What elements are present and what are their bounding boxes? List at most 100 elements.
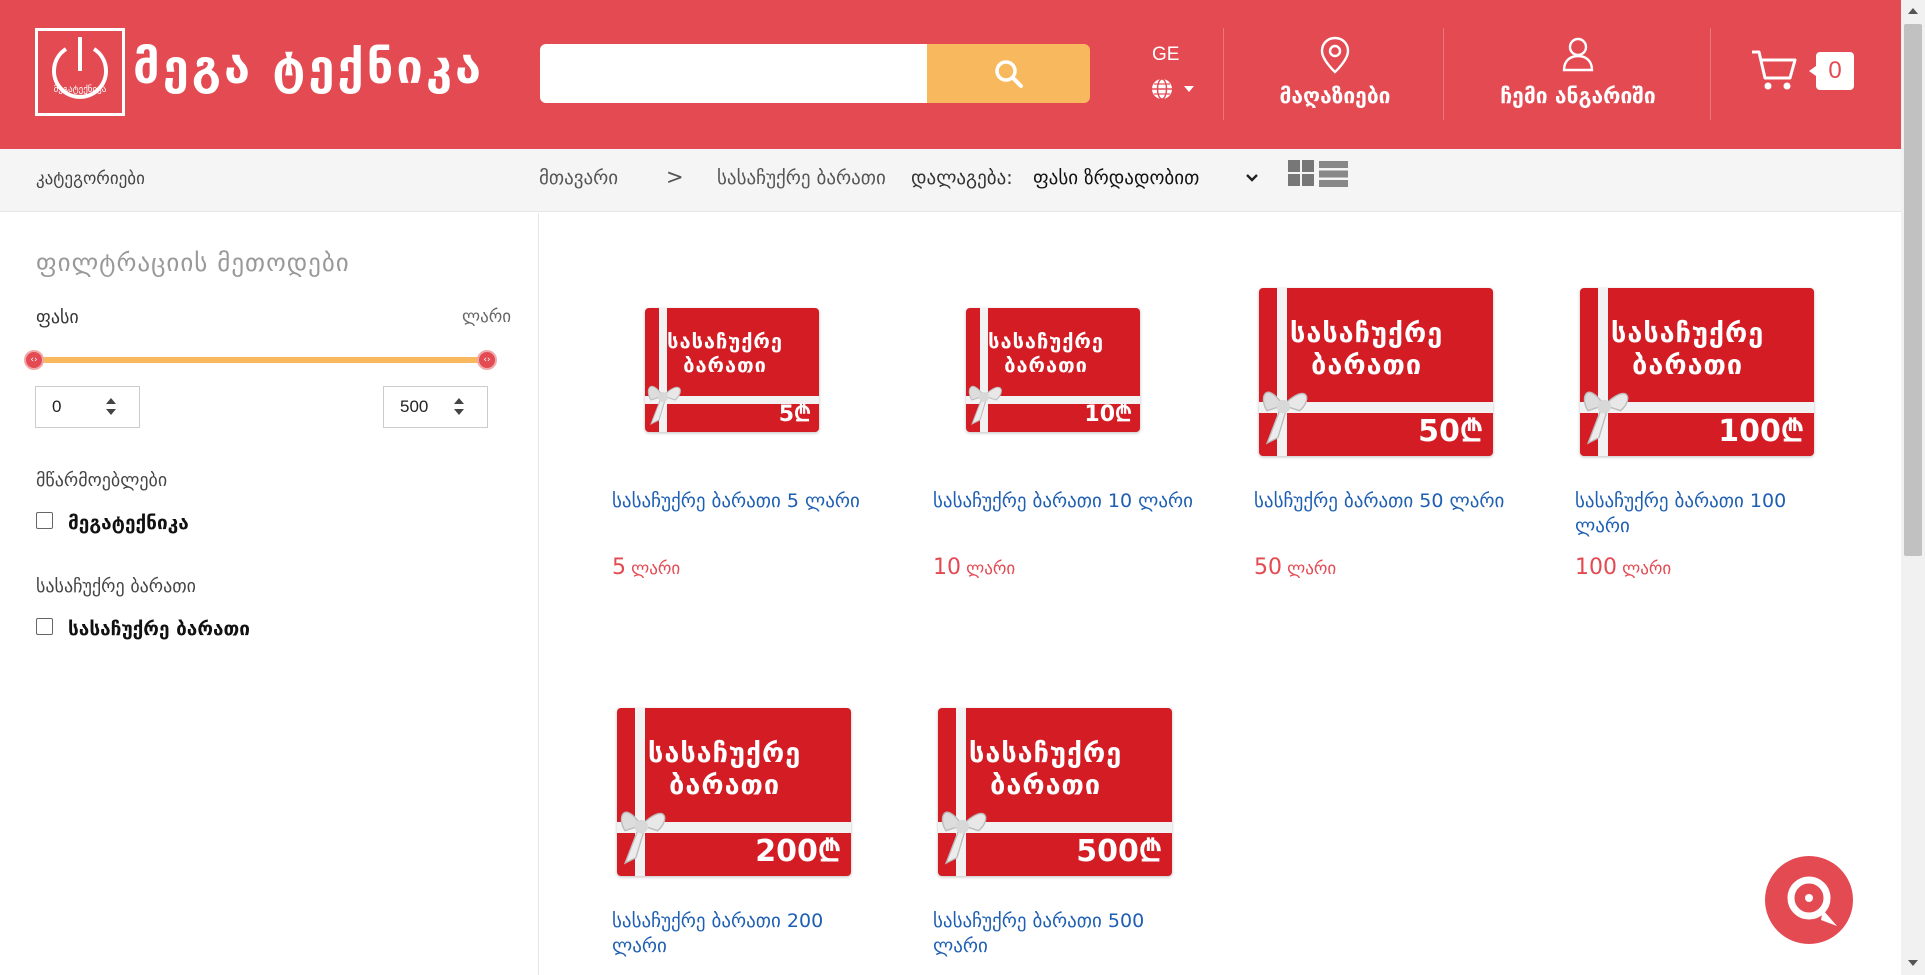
power-logo-icon <box>52 37 108 99</box>
product-image[interactable]: სასაჩუქრე ბარათი 100₾ <box>1580 288 1814 456</box>
sort-label: დალაგება: <box>911 167 1013 189</box>
logo[interactable]: მეგატექნიკა <box>35 28 125 116</box>
product-card: სასაჩუქრე ბარათი 50₾ სასჩუქრე ბარათი 50 … <box>1254 280 1524 600</box>
price-min-input[interactable]: 0 <box>35 386 140 428</box>
gift-card-text: სასაჩუქრე ბარათი <box>1611 318 1765 381</box>
account-label: ჩემი ანგარიში <box>1500 84 1656 108</box>
giftcard-checkbox[interactable] <box>36 618 53 635</box>
chevron-down-icon <box>1246 174 1258 182</box>
price-filter-label: ფასი <box>36 307 79 328</box>
cart-button[interactable]: 0 <box>1750 48 1860 98</box>
logo-mini-text: მეგატექნიკა <box>53 85 107 95</box>
gift-card-graphic: სასაჩუქრე ბარათი 50₾ <box>1259 288 1493 456</box>
logo-text[interactable]: მეგა ტექნიკა <box>133 40 484 95</box>
gift-card-value: 50₾ <box>1418 414 1483 449</box>
list-view-icon[interactable] <box>1319 161 1348 187</box>
product-card: სასაჩუქრე ბარათი 200₾ სასაჩუქრე ბარათი 2… <box>612 700 882 975</box>
search-button[interactable] <box>927 44 1090 103</box>
price-value: 100 <box>1575 555 1617 580</box>
product-card: სასაჩუქრე ბარათი 100₾ სასაჩუქრე ბარათი 1… <box>1575 280 1845 600</box>
page-scrollbar[interactable] <box>1901 0 1925 975</box>
price-min-stepper[interactable] <box>104 395 118 419</box>
price-max-input[interactable]: 500 <box>383 386 488 428</box>
price-value: 10 <box>933 555 961 580</box>
search-icon <box>995 60 1023 88</box>
product-image[interactable]: სასაჩუქრე ბარათი 5₾ <box>645 308 819 432</box>
slider-min-handle[interactable]: ‹› <box>24 350 44 370</box>
scroll-down-arrow-icon[interactable] <box>1908 960 1918 966</box>
divider <box>1710 28 1711 120</box>
manufacturers-title: მწარმოებლები <box>36 470 168 491</box>
product-price: 5 ლარი <box>612 555 680 580</box>
price-currency: ლარი <box>1287 559 1337 579</box>
sort-value: ფასი ზრდადობით <box>1033 167 1200 189</box>
gift-card-graphic: სასაჩუქრე ბარათი 10₾ <box>966 308 1140 432</box>
scroll-up-arrow-icon[interactable] <box>1908 8 1918 14</box>
sort-dropdown[interactable]: ფასი ზრდადობით <box>1033 161 1265 199</box>
gift-card-graphic: სასაჩუქრე ბარათი 200₾ <box>617 708 851 876</box>
gift-card-graphic: სასაჩუქრე ბარათი 500₾ <box>938 708 1172 876</box>
price-max-stepper[interactable] <box>452 395 466 419</box>
product-name[interactable]: სასჩუქრე ბარათი 50 ლარი <box>1254 489 1514 514</box>
giftcard-option-label: სასაჩუქრე ბარათი <box>68 618 250 640</box>
product-image[interactable]: სასაჩუქრე ბარათი 500₾ <box>938 708 1172 876</box>
divider <box>1223 28 1224 120</box>
chat-support-widget[interactable] <box>1765 856 1853 944</box>
product-name[interactable]: სასაჩუქრე ბარათი 200 ლარი <box>612 909 872 959</box>
product-name[interactable]: სასაჩუქრე ბარათი 10 ლარი <box>933 489 1193 514</box>
price-currency: ლარი <box>1622 559 1672 579</box>
gift-card-text: სასაჩუქრე ბარათი <box>969 738 1123 801</box>
product-price: 50 ლარი <box>1254 555 1336 580</box>
product-card: სასაჩუქრე ბარათი 5₾ სასაჩუქრე ბარათი 5 ლ… <box>612 280 882 600</box>
gift-card-value: 100₾ <box>1718 414 1804 449</box>
language-selector[interactable]: GE <box>1148 40 1208 110</box>
gift-card-value: 5₾ <box>778 402 811 427</box>
ribbon-bow-icon <box>968 385 1002 426</box>
price-min-value: 0 <box>52 397 62 416</box>
gift-card-text: სასაჩუქრე ბარათი <box>988 329 1104 377</box>
search-bar <box>540 44 1090 103</box>
globe-icon <box>1152 78 1172 100</box>
product-image[interactable]: სასაჩუქრე ბარათი 50₾ <box>1259 288 1493 456</box>
manufacturer-option-label: მეგატექნიკა <box>68 512 189 534</box>
gift-card-value: 200₾ <box>755 834 841 869</box>
manufacturer-checkbox[interactable] <box>36 512 53 529</box>
caret-down-icon <box>1184 86 1194 92</box>
location-pin-icon <box>1320 36 1350 74</box>
product-name[interactable]: სასაჩუქრე ბარათი 500 ლარი <box>933 909 1193 959</box>
product-name[interactable]: სასაჩუქრე ბარათი 5 ლარი <box>612 489 872 514</box>
sub-navigation-bar: კატეგორიები მთავარი > სასაჩუქრე ბარათი დ… <box>0 149 1901 212</box>
price-max-value: 500 <box>400 397 429 416</box>
giftcard-filter-title: სასაჩუქრე ბარათი <box>36 576 196 597</box>
user-icon <box>1562 37 1594 72</box>
account-link[interactable]: ჩემი ანგარიში <box>1448 36 1708 116</box>
gift-card-graphic: სასაჩუქრე ბარათი 5₾ <box>645 308 819 432</box>
grid-view-icon[interactable] <box>1288 160 1314 186</box>
breadcrumb-home[interactable]: მთავარი <box>539 167 618 189</box>
gift-card-text: სასაჩუქრე ბარათი <box>1290 318 1444 381</box>
cart-icon <box>1752 50 1797 90</box>
slider-max-handle[interactable]: ‹› <box>477 350 497 370</box>
categories-menu[interactable]: კატეგორიები <box>36 169 145 189</box>
price-value: 50 <box>1254 555 1282 580</box>
price-range-slider[interactable] <box>34 357 488 363</box>
search-input[interactable] <box>540 44 928 103</box>
product-image[interactable]: სასაჩუქრე ბარათი 10₾ <box>966 308 1140 432</box>
scroll-thumb[interactable] <box>1904 24 1922 556</box>
price-value: 5 <box>612 555 626 580</box>
gift-card-text: სასაჩუქრე ბარათი <box>648 738 802 801</box>
product-price: 100 ლარი <box>1575 555 1671 580</box>
product-image[interactable]: სასაჩუქრე ბარათი 200₾ <box>617 708 851 876</box>
product-name[interactable]: სასაჩუქრე ბარათი 100 ლარი <box>1575 489 1835 539</box>
breadcrumb-separator: > <box>666 165 684 189</box>
stores-label: მაღაზიები <box>1279 84 1391 108</box>
stores-link[interactable]: მაღაზიები <box>1240 36 1430 116</box>
filter-title: ფილტრაციის მეთოდები <box>36 248 350 277</box>
gift-card-graphic: სასაჩუქრე ბარათი 100₾ <box>1580 288 1814 456</box>
cart-count-badge: 0 <box>1809 52 1854 90</box>
chat-support-icon <box>1787 876 1837 926</box>
gift-card-text: სასაჩუქრე ბარათი <box>667 329 783 377</box>
filter-sidebar: ფილტრაციის მეთოდები ფასი ლარი ‹› ‹› 0 50… <box>0 213 539 975</box>
divider <box>1443 28 1444 120</box>
language-code: GE <box>1152 44 1180 65</box>
